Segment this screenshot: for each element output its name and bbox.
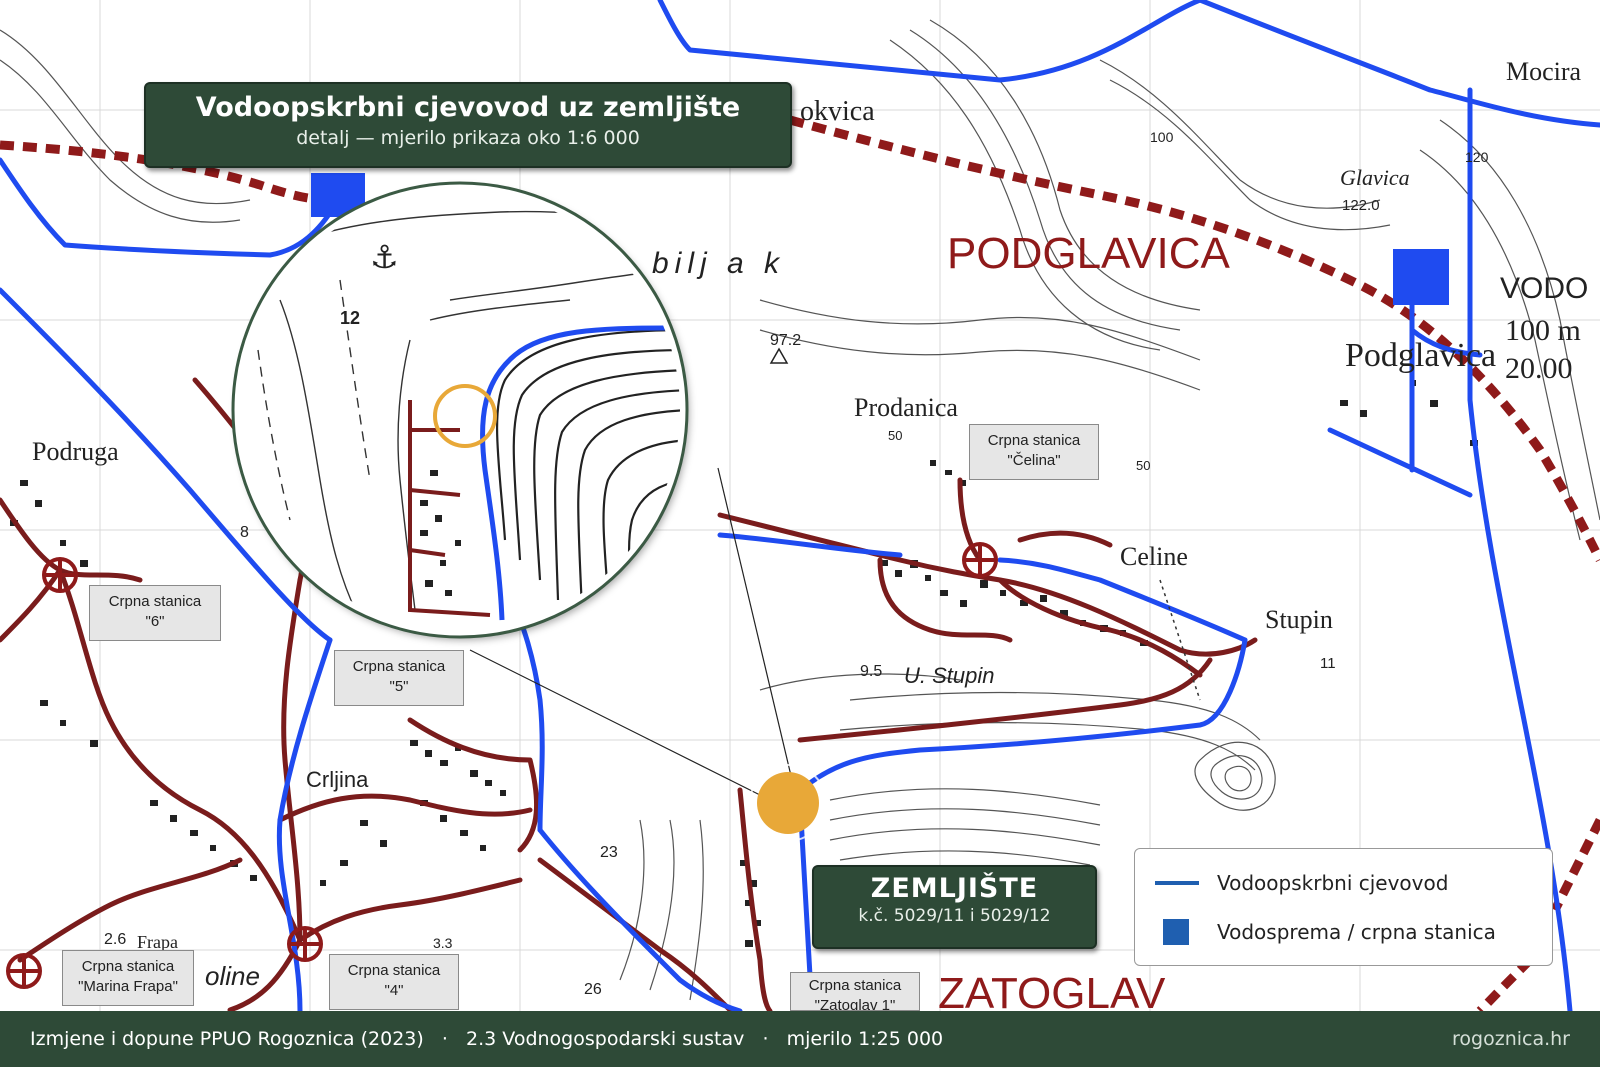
footer-source-link[interactable]: rogoznica.hr	[1452, 1028, 1570, 1050]
place-label: okvica	[800, 96, 875, 127]
reservoir-icon	[1393, 249, 1449, 305]
plot-label-panel: ZEMLJIŠTE k.č. 5029/11 i 5029/12	[812, 865, 1097, 949]
pump-station-label: Crpna stanica "Čelina"	[969, 424, 1099, 480]
place-label: Crljina	[306, 767, 369, 792]
elevation-label: 9.5	[860, 663, 882, 680]
legend-label: Vodosprema / crpna stanica	[1217, 920, 1496, 944]
pump-station-label: Crpna stanica "4"	[329, 954, 459, 1010]
elevation-label: 11	[1320, 655, 1336, 672]
plot-parcels: k.č. 5029/11 i 5029/12	[858, 906, 1051, 926]
elevation-label: 100	[1150, 129, 1174, 145]
pump-station-id: "4"	[384, 982, 404, 999]
pipeline-swatch	[1155, 881, 1199, 885]
pump-station-name: Crpna stanica	[347, 962, 441, 979]
legend-item-reservoir: Vodosprema / crpna stanica	[1155, 919, 1496, 945]
place-label: Glavica	[1340, 165, 1410, 190]
elevation-label: 50	[888, 428, 902, 443]
pump-station-name: Crpna stanica	[108, 593, 202, 610]
pump-station-id: "Marina Frapa"	[78, 978, 178, 995]
elevation-label: 3.3	[433, 935, 453, 951]
place-label: Stupin	[1265, 605, 1333, 634]
place-label: VODO	[1500, 272, 1588, 305]
pump-station-name: Crpna stanica	[987, 432, 1081, 449]
elevation-label: 122.0	[1342, 197, 1380, 214]
place-label: Frapa	[137, 932, 178, 952]
footer-caption: Izmjene i dopune PPUO Rogoznica (2023) ·…	[30, 1028, 944, 1050]
zone-label: PODGLAVICA	[947, 229, 1230, 278]
place-label: oline	[205, 961, 260, 991]
elevation-label: 50	[1136, 458, 1150, 473]
legend-label: Vodoopskrbni cjevovod	[1217, 871, 1449, 895]
pump-station-label: Crpna stanica "5"	[334, 650, 464, 706]
pump-symbol-6	[42, 557, 78, 593]
place-label: Prodanica	[854, 393, 958, 422]
map-subtitle: detalj — mjerilo prikaza oko 1:6 000	[296, 127, 640, 149]
map-title: Vodoopskrbni cjevovod uz zemljište	[195, 92, 741, 123]
legend-item-pipeline: Vodoopskrbni cjevovod	[1155, 871, 1448, 895]
elevation-label: 8	[240, 524, 249, 541]
pump-station-label: Crpna stanica "Zatoglav 1"	[790, 972, 920, 1011]
pump-symbol-celina	[962, 542, 998, 578]
place-label: Podglavica	[1345, 337, 1496, 374]
elevation-label: 23	[600, 844, 618, 861]
place-label: Celine	[1120, 542, 1188, 571]
footer-bar: Izmjene i dopune PPUO Rogoznica (2023) ·…	[0, 1011, 1600, 1067]
pump-station-id: "6"	[145, 613, 165, 630]
map-legend: Vodoopskrbni cjevovod Vodosprema / crpna…	[1134, 848, 1553, 966]
map-title-panel: Vodoopskrbni cjevovod uz zemljište detal…	[144, 82, 792, 168]
pump-station-label: Crpna stanica "Marina Frapa"	[62, 950, 194, 1006]
reservoir-swatch	[1163, 919, 1189, 945]
plot-title: ZEMLJIŠTE	[870, 873, 1039, 904]
pump-station-id: "5"	[389, 678, 409, 695]
pump-station-id: "Čelina"	[1007, 452, 1061, 469]
plot-marker[interactable]	[757, 772, 819, 834]
elevation-label: 120	[1465, 149, 1489, 165]
elevation-label: 97.2	[770, 332, 801, 349]
elevation-label: 12	[340, 308, 360, 328]
pump-station-label: Crpna stanica "6"	[89, 585, 221, 641]
pump-symbol-marina	[6, 953, 42, 989]
anchor-icon: ⚓	[370, 238, 399, 276]
pump-station-name: Crpna stanica	[352, 658, 446, 675]
place-label: bilj a k	[652, 247, 785, 280]
pump-station-name: Crpna stanica	[81, 958, 175, 975]
pump-symbol-4	[287, 926, 323, 962]
place-label: 20.00	[1505, 352, 1573, 385]
place-label: Podruga	[32, 437, 119, 466]
elevation-label: 2.6	[104, 931, 126, 948]
elevation-label: 26	[584, 981, 602, 998]
pump-station-name: Crpna stanica	[808, 977, 902, 994]
place-label: Mocira	[1506, 57, 1582, 86]
place-label: U. Stupin	[904, 663, 995, 688]
pump-station-id: "Zatoglav 1"	[814, 997, 896, 1011]
place-label: 100 m	[1505, 314, 1581, 347]
